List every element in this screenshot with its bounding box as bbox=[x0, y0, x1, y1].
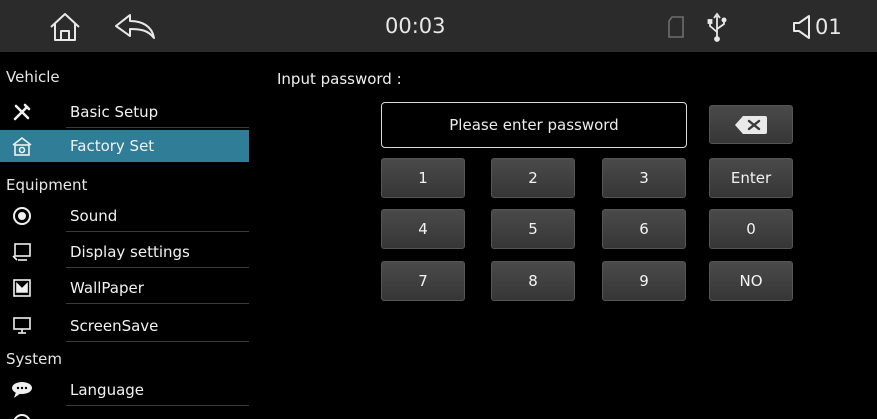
key-9[interactable]: 9 bbox=[602, 261, 686, 301]
backspace-button[interactable] bbox=[709, 105, 793, 144]
section-header-vehicle: Vehicle bbox=[6, 68, 60, 86]
section-header-system: System bbox=[6, 350, 62, 368]
divider bbox=[66, 127, 249, 128]
key-7[interactable]: 7 bbox=[381, 261, 465, 301]
no-button[interactable]: NO bbox=[709, 261, 793, 301]
key-2[interactable]: 2 bbox=[491, 158, 575, 198]
sd-card-icon bbox=[666, 16, 686, 38]
sidebar-item-label: Display settings bbox=[70, 243, 190, 261]
status-bar: 00:03 01 bbox=[0, 0, 877, 52]
key-4[interactable]: 4 bbox=[381, 209, 465, 249]
divider bbox=[66, 231, 249, 232]
volume-icon bbox=[793, 15, 810, 39]
sidebar-item-language[interactable]: Language bbox=[0, 374, 249, 406]
sidebar-item-label: Factory Set bbox=[70, 137, 155, 155]
sidebar-item-label: Basic Setup bbox=[70, 103, 159, 121]
partial-icon bbox=[11, 413, 33, 419]
key-3[interactable]: 3 bbox=[602, 158, 686, 198]
monitor-icon bbox=[11, 316, 33, 336]
key-8[interactable]: 8 bbox=[491, 261, 575, 301]
home-icon[interactable] bbox=[47, 10, 83, 44]
sidebar-item-display-settings[interactable]: Display settings bbox=[0, 236, 249, 268]
key-0[interactable]: 0 bbox=[709, 209, 793, 249]
sidebar-item-partial[interactable] bbox=[0, 409, 249, 419]
divider bbox=[66, 341, 249, 342]
factory-icon bbox=[11, 136, 33, 156]
backspace-icon bbox=[735, 115, 767, 134]
sidebar-item-screensave[interactable]: ScreenSave bbox=[0, 310, 249, 342]
enter-button[interactable]: Enter bbox=[709, 158, 793, 198]
display-icon bbox=[11, 242, 33, 262]
divider bbox=[66, 267, 249, 268]
usb-icon bbox=[706, 12, 728, 42]
sidebar-item-sound[interactable]: Sound bbox=[0, 200, 249, 232]
sidebar-item-label: WallPaper bbox=[70, 279, 144, 297]
clock-time: 00:03 bbox=[385, 14, 446, 38]
divider bbox=[66, 405, 249, 406]
wallpaper-icon bbox=[11, 278, 33, 298]
sidebar-item-label: Sound bbox=[70, 207, 118, 225]
volume-indicator[interactable]: 01 bbox=[792, 12, 864, 42]
speech-bubble-icon bbox=[11, 380, 33, 400]
sidebar-item-wallpaper[interactable]: WallPaper bbox=[0, 272, 249, 304]
sidebar-item-basic-setup[interactable]: Basic Setup bbox=[0, 96, 249, 128]
key-1[interactable]: 1 bbox=[381, 158, 465, 198]
tools-icon bbox=[11, 102, 33, 122]
volume-level: 01 bbox=[815, 15, 842, 39]
sidebar-item-factory-set[interactable]: Factory Set bbox=[0, 130, 249, 162]
sidebar-item-label: Language bbox=[70, 381, 145, 399]
divider bbox=[66, 303, 249, 304]
sidebar-item-label: ScreenSave bbox=[70, 317, 159, 335]
back-icon[interactable] bbox=[112, 12, 158, 42]
sound-icon bbox=[11, 206, 33, 226]
settings-sidebar: Vehicle Basic Setup Factory Set Equipmen… bbox=[0, 52, 249, 419]
password-prompt-label: Input password : bbox=[277, 70, 402, 88]
section-header-equipment: Equipment bbox=[6, 176, 88, 194]
key-5[interactable]: 5 bbox=[491, 209, 575, 249]
password-input[interactable] bbox=[381, 102, 687, 148]
key-6[interactable]: 6 bbox=[602, 209, 686, 249]
